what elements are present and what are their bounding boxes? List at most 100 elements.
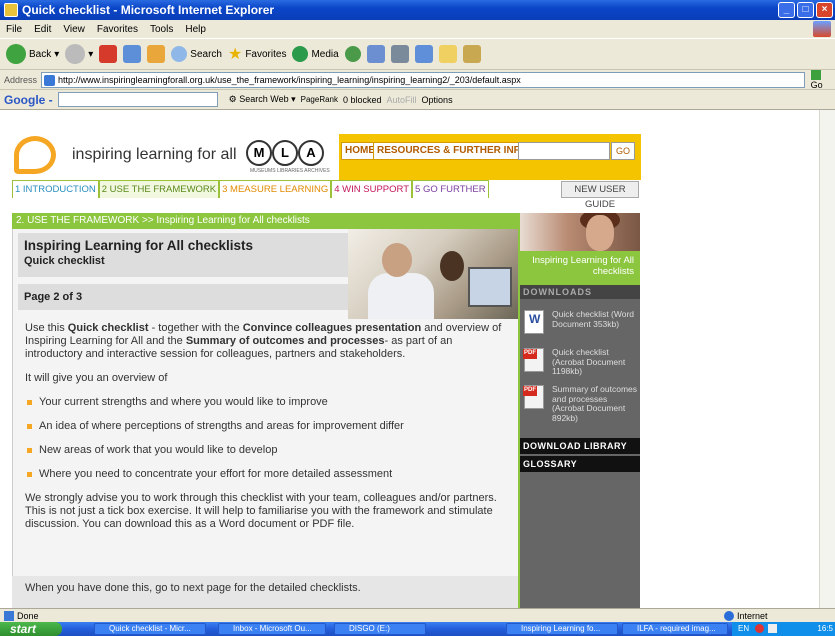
menu-favorites[interactable]: Favorites bbox=[97, 24, 138, 35]
status-text: Done bbox=[17, 610, 39, 621]
address-label: Address bbox=[4, 74, 38, 85]
task-ilfa[interactable]: ILFA - required imag... bbox=[622, 623, 728, 635]
convince-colleagues-link[interactable]: Convince colleagues presentation bbox=[243, 322, 422, 334]
next-page-text: When you have done this, go to next page… bbox=[25, 582, 361, 594]
tab-introduction[interactable]: 1 INTRODUCTION bbox=[12, 180, 99, 198]
advice-paragraph: We strongly advise you to work through t… bbox=[25, 492, 497, 530]
address-input[interactable]: http://www.inspiringlearningforall.org.u… bbox=[41, 71, 805, 88]
globe-icon bbox=[724, 611, 734, 621]
downloads-heading: DOWNLOADS bbox=[520, 285, 640, 299]
back-arrow-icon bbox=[6, 44, 26, 64]
tab-go-further[interactable]: 5 GO FURTHER bbox=[412, 180, 489, 198]
go-arrow-icon bbox=[810, 69, 821, 80]
favorites-button[interactable]: ★ Favorites bbox=[228, 44, 286, 64]
search-icon bbox=[171, 46, 188, 62]
word-document-icon bbox=[524, 310, 544, 334]
nav-resources[interactable]: RESOURCES & FURTHER INFO bbox=[373, 142, 532, 160]
title-bar: Quick checklist - Microsoft Internet Exp… bbox=[0, 0, 835, 20]
new-user-guide-button[interactable]: NEW USER GUIDE bbox=[561, 181, 639, 210]
start-button[interactable]: start bbox=[0, 622, 62, 636]
tray-icon[interactable] bbox=[755, 624, 765, 634]
security-zone: Internet bbox=[724, 609, 768, 623]
search-button[interactable]: Search bbox=[171, 46, 222, 62]
intro-paragraph: Use this Quick checklist - together with… bbox=[25, 322, 502, 360]
history-icon[interactable] bbox=[344, 46, 361, 62]
download-pdf-checklist[interactable]: Quick checklist (Acrobat Document 1198kb… bbox=[520, 346, 640, 382]
body-text: Use this Quick checklist - together with… bbox=[25, 322, 505, 542]
mla-letter-l: L bbox=[272, 140, 298, 166]
skip-navigation-link[interactable]: Skip Navigation bbox=[560, 124, 623, 134]
task-quick-checklist[interactable]: Quick checklist - Micr... bbox=[94, 623, 206, 635]
google-search-input[interactable] bbox=[57, 92, 218, 107]
section-tabs: 1 INTRODUCTION 2 USE THE FRAMEWORK 3 MEA… bbox=[12, 180, 489, 198]
page-indicator: Page 2 of 3 bbox=[24, 291, 83, 303]
list-item: New areas of work that you would like to… bbox=[25, 444, 505, 457]
search-web-button[interactable]: ⚙ Search Web ▾ bbox=[229, 94, 296, 105]
google-logo[interactable]: Google - bbox=[4, 93, 53, 107]
google-toolbar: Google - ⚙ Search Web ▾ PageRank 0 block… bbox=[0, 90, 835, 110]
ie-icon bbox=[4, 3, 18, 17]
overview-paragraph: It will give you an overview of bbox=[25, 372, 168, 384]
tab-use-the-framework[interactable]: 2 USE THE FRAMEWORK bbox=[98, 180, 220, 198]
site-search-input[interactable] bbox=[518, 142, 610, 160]
download-library-link[interactable]: DOWNLOAD LIBRARY bbox=[520, 438, 640, 454]
address-bar: Address http://www.inspiringlearningfora… bbox=[0, 69, 835, 90]
menu-file[interactable]: File bbox=[6, 24, 22, 35]
minimize-button[interactable]: _ bbox=[778, 2, 795, 18]
list-item: Your current strengths and where you wou… bbox=[25, 396, 505, 409]
download-word-checklist[interactable]: Quick checklist (Word Document 353kb) bbox=[520, 308, 640, 344]
list-item: An idea of where perceptions of strength… bbox=[25, 420, 505, 433]
home-icon[interactable] bbox=[147, 45, 166, 63]
menu-view[interactable]: View bbox=[63, 24, 85, 35]
forward-arrow-icon bbox=[65, 44, 86, 64]
taskbar: start Quick checklist - Micr... Inbox - … bbox=[0, 622, 835, 636]
go-button[interactable]: Go bbox=[810, 69, 835, 90]
back-button[interactable]: Back ▾ bbox=[6, 44, 59, 64]
pdf-icon bbox=[523, 385, 544, 409]
folder-icon[interactable] bbox=[438, 45, 457, 63]
mla-subtitle: MUSEUMS LIBRARIES ARCHIVES bbox=[250, 168, 330, 174]
autofill-button[interactable]: AutoFill bbox=[387, 95, 417, 105]
tab-win-support[interactable]: 4 WIN SUPPORT bbox=[331, 180, 413, 198]
summary-outcomes-link[interactable]: Summary of outcomes and processes bbox=[186, 335, 385, 347]
glossary-link[interactable]: GLOSSARY bbox=[520, 456, 640, 472]
close-button[interactable]: × bbox=[816, 2, 833, 18]
mla-logo[interactable]: M L A MUSEUMS LIBRARIES ARCHIVES bbox=[246, 140, 330, 174]
forward-button[interactable]: ▾ bbox=[65, 44, 93, 64]
menu-edit[interactable]: Edit bbox=[34, 24, 51, 35]
quick-checklist-link[interactable]: Quick checklist bbox=[68, 322, 149, 334]
edit-icon[interactable] bbox=[414, 45, 433, 63]
page-icon bbox=[4, 610, 14, 621]
vertical-scrollbar[interactable] bbox=[819, 110, 835, 608]
window-title: Quick checklist - Microsoft Internet Exp… bbox=[22, 3, 275, 17]
popup-blocker[interactable]: 0 blocked bbox=[343, 95, 382, 105]
print-icon[interactable] bbox=[390, 45, 409, 63]
messenger-icon[interactable] bbox=[462, 45, 481, 63]
maximize-button[interactable]: □ bbox=[797, 2, 814, 18]
overview-list: Your current strengths and where you wou… bbox=[25, 396, 505, 481]
download-pdf-summary[interactable]: Summary of outcomes and processes (Acrob… bbox=[520, 383, 640, 435]
mail-icon[interactable] bbox=[366, 45, 385, 63]
language-indicator[interactable]: EN bbox=[738, 624, 749, 633]
menu-help[interactable]: Help bbox=[185, 24, 206, 35]
star-icon: ★ bbox=[227, 46, 243, 63]
task-inspiring-learning[interactable]: Inspiring Learning fo... bbox=[506, 623, 618, 635]
system-tray: EN 16:5 bbox=[732, 622, 835, 636]
status-bar: Done Internet bbox=[0, 608, 835, 622]
clock: 16:5 bbox=[817, 624, 833, 633]
pdf-icon bbox=[523, 348, 544, 372]
media-button[interactable]: Media bbox=[292, 46, 339, 62]
stop-icon[interactable] bbox=[99, 45, 118, 63]
tray-icon[interactable] bbox=[768, 624, 778, 634]
options-button[interactable]: Options bbox=[422, 95, 453, 105]
menu-tools[interactable]: Tools bbox=[150, 24, 173, 35]
ilfa-logo-icon[interactable] bbox=[14, 136, 56, 174]
list-item: Where you need to concentrate your effor… bbox=[25, 468, 505, 481]
refresh-icon[interactable] bbox=[123, 45, 142, 63]
task-disgo[interactable]: DISGO (E:) bbox=[334, 623, 426, 635]
tab-measure-learning[interactable]: 3 MEASURE LEARNING bbox=[219, 180, 332, 198]
page-subtitle: Quick checklist bbox=[24, 255, 105, 267]
mla-letter-a: A bbox=[298, 140, 324, 166]
site-search-go-button[interactable]: GO bbox=[611, 142, 635, 160]
task-inbox[interactable]: Inbox - Microsoft Ou... bbox=[218, 623, 326, 635]
